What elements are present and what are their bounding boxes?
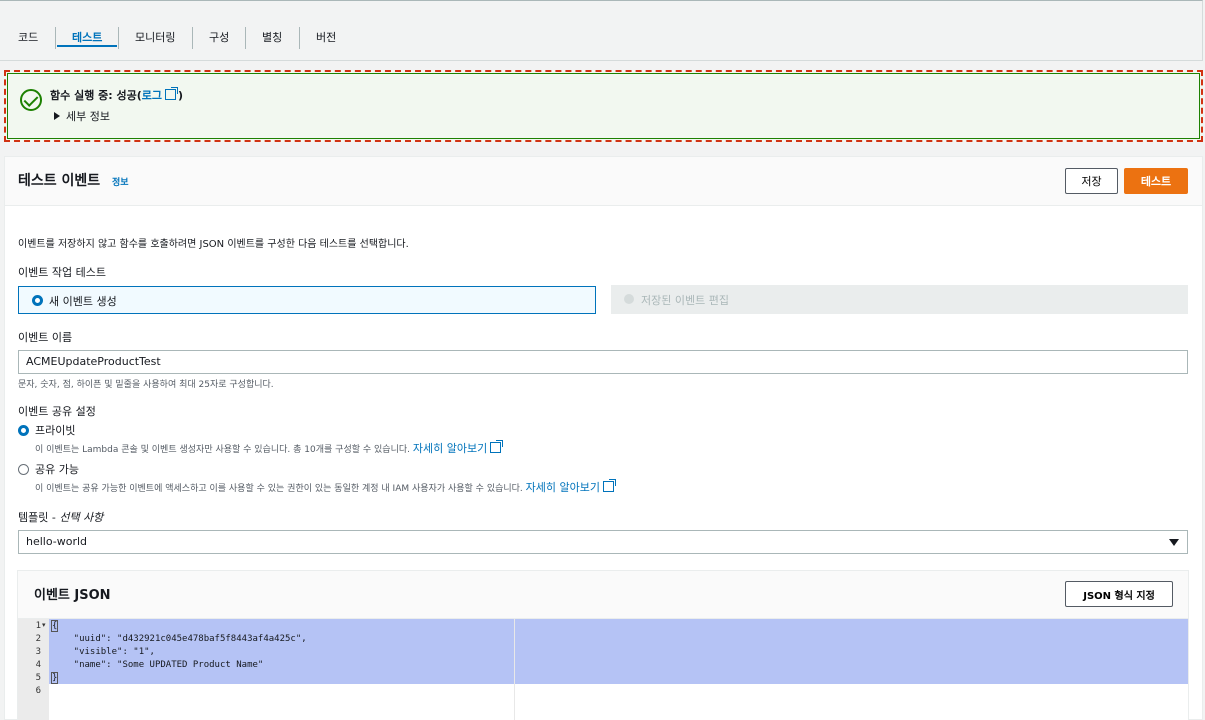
caret-right-icon xyxy=(54,112,60,120)
tab-bar-border xyxy=(0,60,1203,61)
panel-header: 테스트 이벤트 정보 저장 테스트 xyxy=(5,157,1202,206)
tab-divider xyxy=(192,27,193,49)
private-description: 이 이벤트는 Lambda 콘솔 및 이벤트 생성자만 사용할 수 있습니다. … xyxy=(35,440,504,456)
caret-down-icon xyxy=(1169,539,1179,546)
code-line: { xyxy=(50,620,59,632)
event-name-hint: 문자, 숫자, 점, 하이픈 및 밑줄을 사용하여 최대 25자로 구성합니다. xyxy=(18,380,274,390)
code-line: "visible": "1", xyxy=(52,647,155,657)
text-selection xyxy=(49,619,1188,684)
shareable-label: 공유 가능 xyxy=(35,463,79,476)
shareable-desc-text: 이 이벤트는 공유 가능한 이벤트에 액세스하고 이를 사용할 수 있는 권한이… xyxy=(35,484,523,494)
shareable-radio[interactable] xyxy=(18,464,29,475)
new-event-option[interactable]: 새 이벤트 생성 xyxy=(18,286,596,314)
code-line: } xyxy=(50,672,59,684)
shareable-description: 이 이벤트는 공유 가능한 이벤트에 액세스하고 이를 사용할 수 있는 권한이… xyxy=(35,479,617,495)
code-line: "uuid": "d432921c045e478baf5f8443af4a425… xyxy=(52,634,307,644)
format-json-button[interactable]: JSON 형식 지정 xyxy=(1065,581,1173,607)
test-event-panel: 테스트 이벤트 정보 저장 테스트 이벤트를 저장하지 않고 함수를 호출하려면… xyxy=(4,156,1203,720)
banner-frame xyxy=(7,73,1200,139)
banner-title: 함수 실행 중: 성공(로그) xyxy=(50,87,183,103)
editor-gutter: 1 ▾ 2 3 4 5 6 xyxy=(18,619,49,720)
line-number: 2 xyxy=(35,634,41,644)
external-link-icon[interactable] xyxy=(165,87,179,100)
save-button[interactable]: 저장 xyxy=(1065,168,1118,194)
line-number: 5 xyxy=(35,673,41,683)
template-label-text: 템플릿 - xyxy=(18,511,60,524)
line-number: 3 xyxy=(35,647,41,657)
panel-title: 테스트 이벤트 xyxy=(18,173,101,189)
banner-status-text: 함수 실행 중: 성공( xyxy=(50,89,142,102)
learn-more-link[interactable]: 자세히 알아보기 xyxy=(413,442,487,455)
external-link-icon[interactable] xyxy=(603,479,617,492)
tab-monitoring[interactable]: 모니터링 xyxy=(135,25,175,49)
private-radio[interactable] xyxy=(18,425,29,436)
info-link[interactable]: 정보 xyxy=(112,175,129,188)
edit-saved-event-option[interactable]: 저장된 이벤트 편집 xyxy=(611,285,1188,314)
tab-configuration[interactable]: 구성 xyxy=(209,25,229,49)
template-optional-text: 선택 사항 xyxy=(59,511,104,524)
radio-selected-icon xyxy=(32,295,43,306)
panel-description: 이벤트를 저장하지 않고 함수를 호출하려면 JSON 이벤트를 구성한 다음 … xyxy=(18,239,409,250)
print-margin xyxy=(514,619,515,720)
line-number: 1 xyxy=(35,621,41,631)
line-number: 6 xyxy=(35,686,41,696)
details-label: 세부 정보 xyxy=(66,110,110,123)
test-button[interactable]: 테스트 xyxy=(1124,168,1188,194)
event-name-input[interactable]: ACMEUpdateProductTest xyxy=(18,350,1188,374)
template-label: 템플릿 - 선택 사항 xyxy=(18,509,103,525)
sharing-settings-label: 이벤트 공유 설정 xyxy=(18,405,96,418)
tab-divider xyxy=(299,27,300,49)
radio-disabled-icon xyxy=(624,294,634,304)
tab-divider xyxy=(245,27,246,49)
tab-aliases[interactable]: 별칭 xyxy=(262,25,282,49)
line-number: 4 xyxy=(35,660,41,670)
execution-result-banner: 함수 실행 중: 성공(로그) 세부 정보 xyxy=(4,70,1203,142)
new-event-label: 새 이벤트 생성 xyxy=(49,295,117,308)
event-json-title: 이벤트 JSON xyxy=(34,588,111,603)
tab-bar: 코드 테스트 모니터링 구성 별칭 버전 xyxy=(0,0,1203,61)
active-tab-indicator xyxy=(57,45,117,47)
details-expander[interactable]: 세부 정보 xyxy=(54,108,110,124)
event-action-label: 이벤트 작업 테스트 xyxy=(18,266,106,279)
tab-versions[interactable]: 버전 xyxy=(316,25,336,49)
tab-divider xyxy=(55,27,56,49)
private-desc-text: 이 이벤트는 Lambda 콘솔 및 이벤트 생성자만 사용할 수 있습니다. … xyxy=(35,445,410,455)
log-link[interactable]: 로그 xyxy=(142,89,162,102)
tab-code[interactable]: 코드 xyxy=(18,25,38,49)
event-name-label: 이벤트 이름 xyxy=(18,331,73,344)
template-select[interactable]: hello-world xyxy=(18,530,1188,554)
template-selected-value: hello-world xyxy=(26,535,88,548)
success-check-icon xyxy=(20,89,42,111)
code-line: "name": "Some UPDATED Product Name" xyxy=(52,660,264,670)
event-json-header: 이벤트 JSON JSON 형식 지정 xyxy=(18,571,1188,619)
learn-more-link[interactable]: 자세히 알아보기 xyxy=(526,481,600,494)
banner-suffix: ) xyxy=(178,89,184,102)
event-json-section: 이벤트 JSON JSON 형식 지정 1 ▾ 2 3 4 5 6 { "uui… xyxy=(17,570,1189,720)
json-code-editor[interactable]: { "uuid": "d432921c045e478baf5f8443af4a4… xyxy=(49,619,1188,720)
private-label: 프라이빗 xyxy=(35,424,76,437)
fold-toggle-icon[interactable]: ▾ xyxy=(42,621,46,629)
external-link-icon[interactable] xyxy=(490,440,504,453)
edit-saved-event-label: 저장된 이벤트 편집 xyxy=(641,294,729,307)
tab-divider xyxy=(118,27,119,49)
